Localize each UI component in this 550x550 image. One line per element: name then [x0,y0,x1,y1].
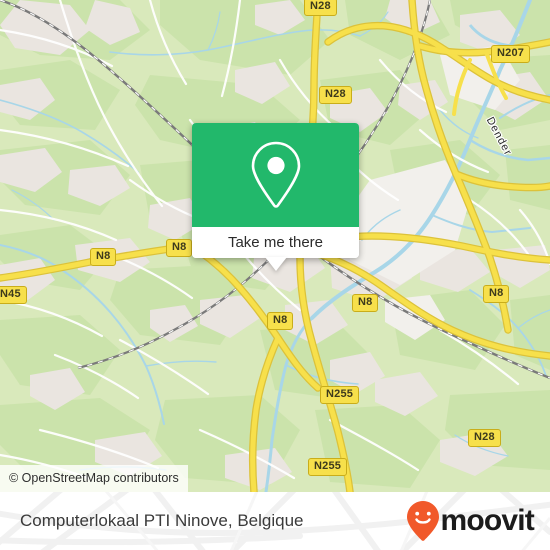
road-shield-n207: N207 [491,45,531,63]
map-pin-icon [251,141,300,208]
take-me-there-callout[interactable]: Take me there [192,123,359,271]
road-shield-n8-east: N8 [483,285,510,303]
callout-icon-panel [192,123,359,227]
road-shield-n255-upper: N255 [320,386,360,404]
osm-attribution[interactable]: © OpenStreetMap contributors [0,465,188,492]
take-me-there-label: Take me there [227,233,324,251]
road-shield-n8-south: N8 [267,312,294,330]
road-shield-n28-lower: N28 [468,429,501,447]
moovit-map-screenshot: N28 N207 N28 N8 N8 N45 N8 N8 N8 N255 N28… [0,0,550,550]
moovit-logo[interactable]: moovit [406,492,535,550]
moovit-pin-icon [407,501,440,541]
moovit-wordmark: moovit [440,503,534,537]
road-shield-n8-center: N8 [352,294,379,312]
callout-cta-panel[interactable]: Take me there [192,227,359,258]
road-shield-n8-west: N8 [90,248,117,266]
place-title: Computerlokaal PTI Ninove, Belgique [20,511,304,530]
road-shield-n28-top: N28 [304,0,337,16]
road-shield-n45: N45 [0,286,27,304]
road-shield-n255-lower: N255 [308,458,348,476]
road-shield-n8-center-left: N8 [166,239,193,257]
bottom-info-bar: Computerlokaal PTI Ninove, Belgique moov… [0,492,550,550]
callout-pointer [265,257,287,271]
map-canvas[interactable]: N28 N207 N28 N8 N8 N45 N8 N8 N8 N255 N28… [0,0,550,492]
road-shield-n28-upper: N28 [319,86,352,104]
